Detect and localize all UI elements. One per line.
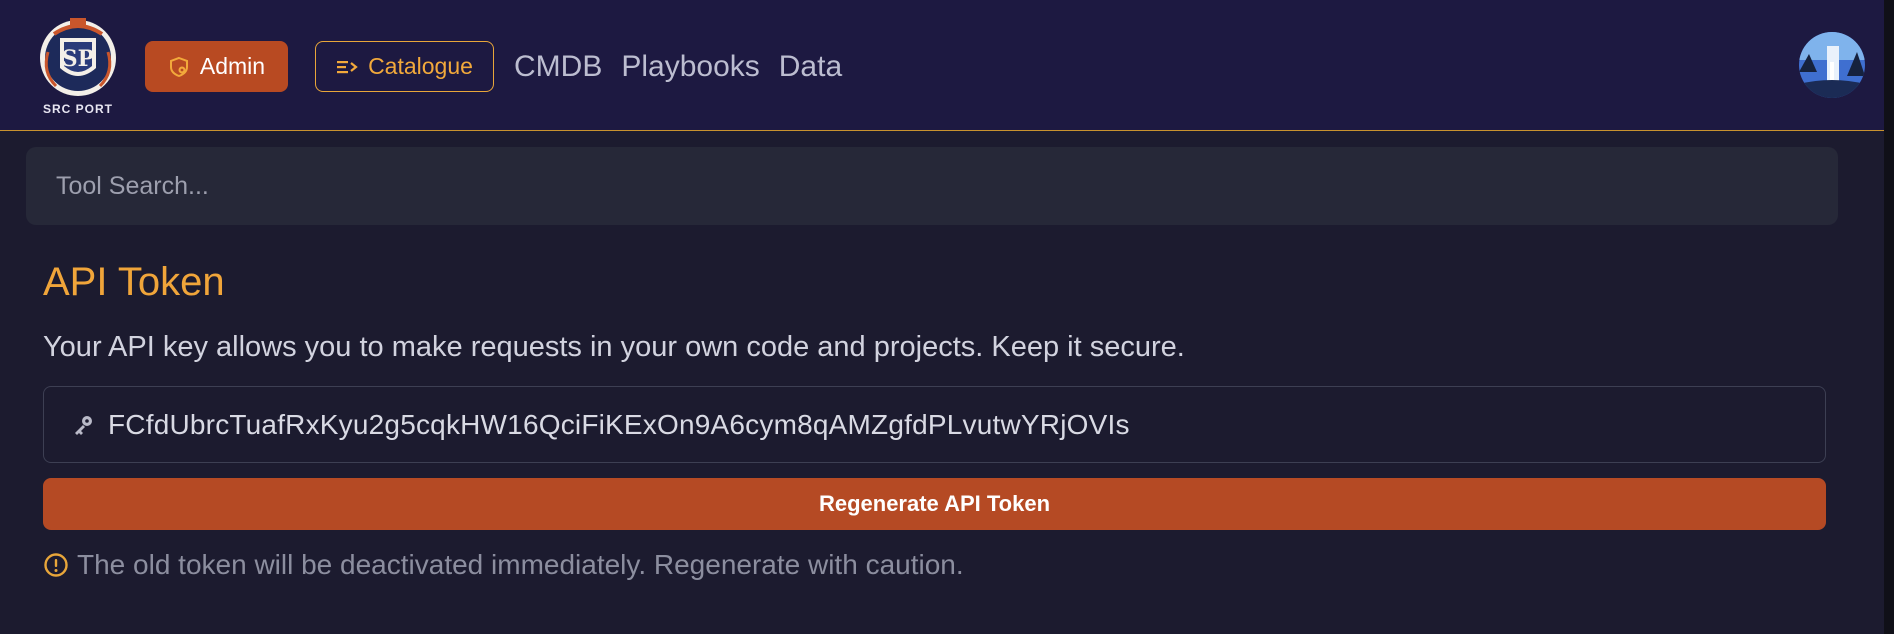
catalogue-button[interactable]: Catalogue: [315, 41, 494, 92]
svg-text:SP: SP: [62, 46, 94, 72]
user-avatar[interactable]: [1799, 32, 1865, 98]
top-navbar: SP SRC PORT Admin Catalogue CMDB Playboo…: [0, 0, 1884, 131]
tool-search-input[interactable]: [54, 170, 1838, 202]
list-arrow-icon: [337, 60, 358, 73]
shield-gear-icon: [169, 56, 188, 77]
admin-button[interactable]: Admin: [145, 41, 288, 92]
warning-text: The old token will be deactivated immedi…: [77, 549, 964, 580]
window-edge: [1884, 0, 1894, 634]
regenerate-warning: The old token will be deactivated immedi…: [43, 547, 964, 583]
admin-label: Admin: [199, 53, 266, 79]
api-token-value[interactable]: FCfdUbrcTuafRxKyu2g5cqkHW16QciFiKExOn9A6…: [108, 409, 1130, 441]
api-token-field[interactable]: FCfdUbrcTuafRxKyu2g5cqkHW16QciFiKExOn9A6…: [43, 386, 1826, 463]
app-root: SP SRC PORT Admin Catalogue CMDB Playboo…: [0, 0, 1894, 634]
nav-link-playbooks[interactable]: Playbooks: [621, 48, 759, 86]
key-icon: [75, 415, 92, 435]
avatar-landscape-icon: [1799, 32, 1865, 98]
tool-search-bar[interactable]: [26, 147, 1838, 225]
main-nav: CMDB Playbooks Data: [514, 48, 842, 86]
nav-link-cmdb[interactable]: CMDB: [514, 48, 602, 86]
api-token-description: Your API key allows you to make requests…: [43, 331, 1185, 363]
logo-text: SRC PORT: [42, 102, 113, 116]
api-token-title: API Token: [43, 260, 225, 304]
src-port-logo[interactable]: SP SRC PORT: [34, 12, 122, 120]
alert-circle-icon: [44, 553, 68, 577]
regenerate-token-button[interactable]: Regenerate API Token: [43, 478, 1826, 530]
nav-link-data[interactable]: Data: [779, 48, 842, 86]
catalogue-label: Catalogue: [368, 53, 473, 79]
